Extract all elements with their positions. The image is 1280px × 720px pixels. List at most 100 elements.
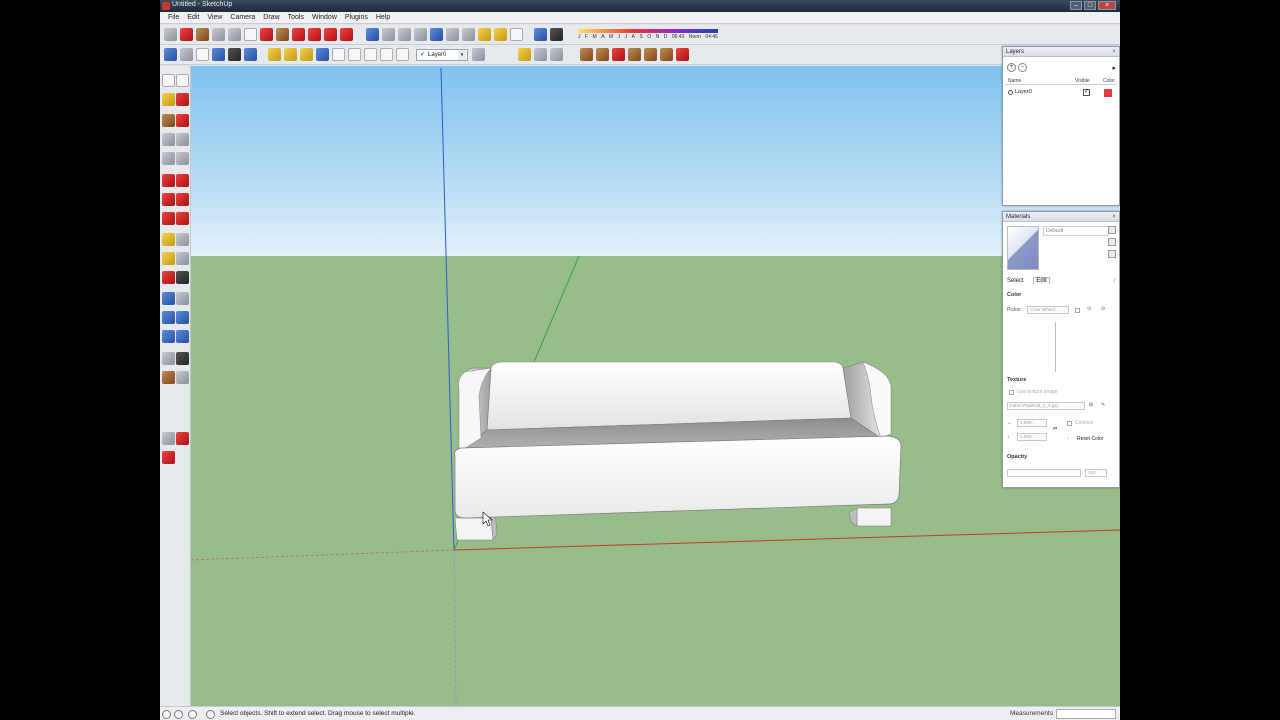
zoom-window-icon[interactable]	[176, 311, 189, 324]
color-slider[interactable]	[1055, 322, 1059, 372]
top-view-icon[interactable]	[180, 48, 193, 61]
layer-manager-icon[interactable]	[472, 48, 485, 61]
sandbox-drape-icon[interactable]	[550, 48, 563, 61]
sandbox-smoove-icon[interactable]	[162, 451, 175, 464]
sandbox-from-contours-icon[interactable]	[162, 432, 175, 445]
display-secondary-icon[interactable]	[1108, 226, 1116, 234]
rotate-icon[interactable]	[162, 193, 175, 206]
dimension-tool-icon[interactable]	[462, 28, 475, 41]
move-icon[interactable]	[162, 174, 175, 187]
opacity-value-field[interactable]: 100	[1085, 469, 1107, 477]
delete-layer-icon[interactable]: −	[1018, 63, 1027, 72]
look-around-icon[interactable]	[176, 352, 189, 365]
colorize-checkbox[interactable]	[1067, 421, 1072, 426]
add-layer-icon[interactable]: +	[1007, 63, 1016, 72]
match-screen-icon[interactable]: ⊙	[1101, 306, 1105, 312]
back-edges-icon[interactable]	[364, 48, 377, 61]
text-tool-icon[interactable]	[494, 28, 507, 41]
tab-select[interactable]: Select	[1007, 278, 1024, 284]
minimize-button[interactable]: –	[1070, 1, 1082, 10]
offset-icon[interactable]	[176, 212, 189, 225]
offset-tool-icon[interactable]	[340, 28, 353, 41]
menu-tools[interactable]: Tools	[284, 12, 308, 23]
active-layer-radio[interactable]	[1008, 90, 1013, 95]
protractor-icon[interactable]	[162, 252, 175, 265]
line-icon[interactable]	[176, 114, 189, 127]
eraser-tool-icon[interactable]	[244, 28, 257, 41]
warehouse-icon[interactable]	[580, 48, 593, 61]
edit-texture-icon[interactable]: ✎	[1101, 402, 1105, 408]
make-component-icon[interactable]	[176, 74, 189, 87]
use-texture-checkbox[interactable]	[1009, 390, 1014, 395]
right-view-icon[interactable]	[212, 48, 225, 61]
xray-style-icon[interactable]	[268, 48, 281, 61]
zoom-extents-icon[interactable]	[414, 28, 427, 41]
close-icon[interactable]: ×	[1110, 48, 1118, 56]
select-tool-icon[interactable]	[164, 28, 177, 41]
section-plane-icon[interactable]	[396, 48, 409, 61]
photo-texture-icon[interactable]	[628, 48, 641, 61]
rectangle-icon[interactable]	[162, 114, 175, 127]
geo-location-icon[interactable]	[162, 710, 171, 719]
layer-row[interactable]: Layer0 ✓	[1005, 88, 1117, 98]
pan-icon[interactable]	[176, 292, 189, 305]
menu-plugins[interactable]: Plugins	[341, 12, 372, 23]
circle-icon[interactable]	[162, 133, 175, 146]
orbit-icon[interactable]	[162, 292, 175, 305]
push-pull-icon[interactable]	[276, 28, 289, 41]
menu-edit[interactable]: Edit	[183, 12, 203, 23]
orbit-tool-icon[interactable]	[366, 28, 379, 41]
3d-text-icon[interactable]	[176, 271, 189, 284]
create-material-icon[interactable]	[1108, 238, 1116, 246]
iso-view-icon[interactable]	[164, 48, 177, 61]
menu-help[interactable]: Help	[372, 12, 394, 23]
move-tool-icon[interactable]	[292, 28, 305, 41]
pan-tool-icon[interactable]	[382, 28, 395, 41]
shadow-settings-icon[interactable]	[534, 28, 547, 41]
get-models-icon[interactable]	[612, 48, 625, 61]
eraser-icon[interactable]	[176, 93, 189, 106]
tape-measure-icon[interactable]	[446, 28, 459, 41]
menu-camera[interactable]: Camera	[226, 12, 259, 23]
reset-color-icon[interactable]: ▫	[1067, 436, 1069, 442]
section-plane-icon[interactable]	[176, 371, 189, 384]
picker-dropdown[interactable]: Color Wheel	[1027, 306, 1069, 314]
fog-toggle-icon[interactable]	[550, 28, 563, 41]
follow-me-icon[interactable]	[176, 193, 189, 206]
paint-bucket-icon[interactable]	[260, 28, 273, 41]
tab-edit[interactable]: Edit	[1033, 277, 1050, 284]
match-color-icon[interactable]	[1075, 308, 1080, 313]
close-icon[interactable]: ×	[1110, 213, 1118, 221]
building-maker-icon[interactable]	[676, 48, 689, 61]
layer-dropdown[interactable]: ✓ Layer0 ▾	[416, 49, 468, 61]
front-view-icon[interactable]	[196, 48, 209, 61]
texture-height-field[interactable]: 1.00m	[1017, 433, 1047, 441]
shaded-style-icon[interactable]	[316, 48, 329, 61]
menu-view[interactable]: View	[203, 12, 226, 23]
layer-name[interactable]: Layer0	[1015, 89, 1032, 95]
shadow-time-slider[interactable]: J F M A M J J A S O N D 06:43 Noon 04:46	[578, 29, 718, 41]
text-icon[interactable]	[176, 252, 189, 265]
default-material-icon[interactable]	[1108, 250, 1116, 258]
select-icon[interactable]	[162, 74, 175, 87]
credits-icon[interactable]	[174, 710, 183, 719]
match-model-icon[interactable]: ⊙	[1087, 306, 1091, 312]
arc-tool-icon[interactable]	[228, 28, 241, 41]
zoom-extents-icon[interactable]	[162, 330, 175, 343]
eyedropper-icon[interactable]: ⁄	[1114, 278, 1115, 284]
menu-draw[interactable]: Draw	[259, 12, 283, 23]
browse-icon[interactable]: ⊞	[1089, 402, 1093, 408]
previous-icon[interactable]	[176, 330, 189, 343]
texture-file-field[interactable]: FabricPlaid01B_2_3.jpg	[1007, 402, 1085, 410]
scale-icon[interactable]	[162, 212, 175, 225]
arc-icon[interactable]	[176, 133, 189, 146]
freehand-icon[interactable]	[176, 152, 189, 165]
left-view-icon[interactable]	[244, 48, 257, 61]
wireframe-style-icon[interactable]	[284, 48, 297, 61]
extension-icon[interactable]	[660, 48, 673, 61]
reset-color-button[interactable]: Reset Color	[1077, 436, 1103, 442]
axes-tool-icon[interactable]	[510, 28, 523, 41]
previous-view-icon[interactable]	[430, 28, 443, 41]
material-name-field[interactable]: Default	[1043, 226, 1109, 236]
sandbox-from-scratch-icon[interactable]	[176, 432, 189, 445]
